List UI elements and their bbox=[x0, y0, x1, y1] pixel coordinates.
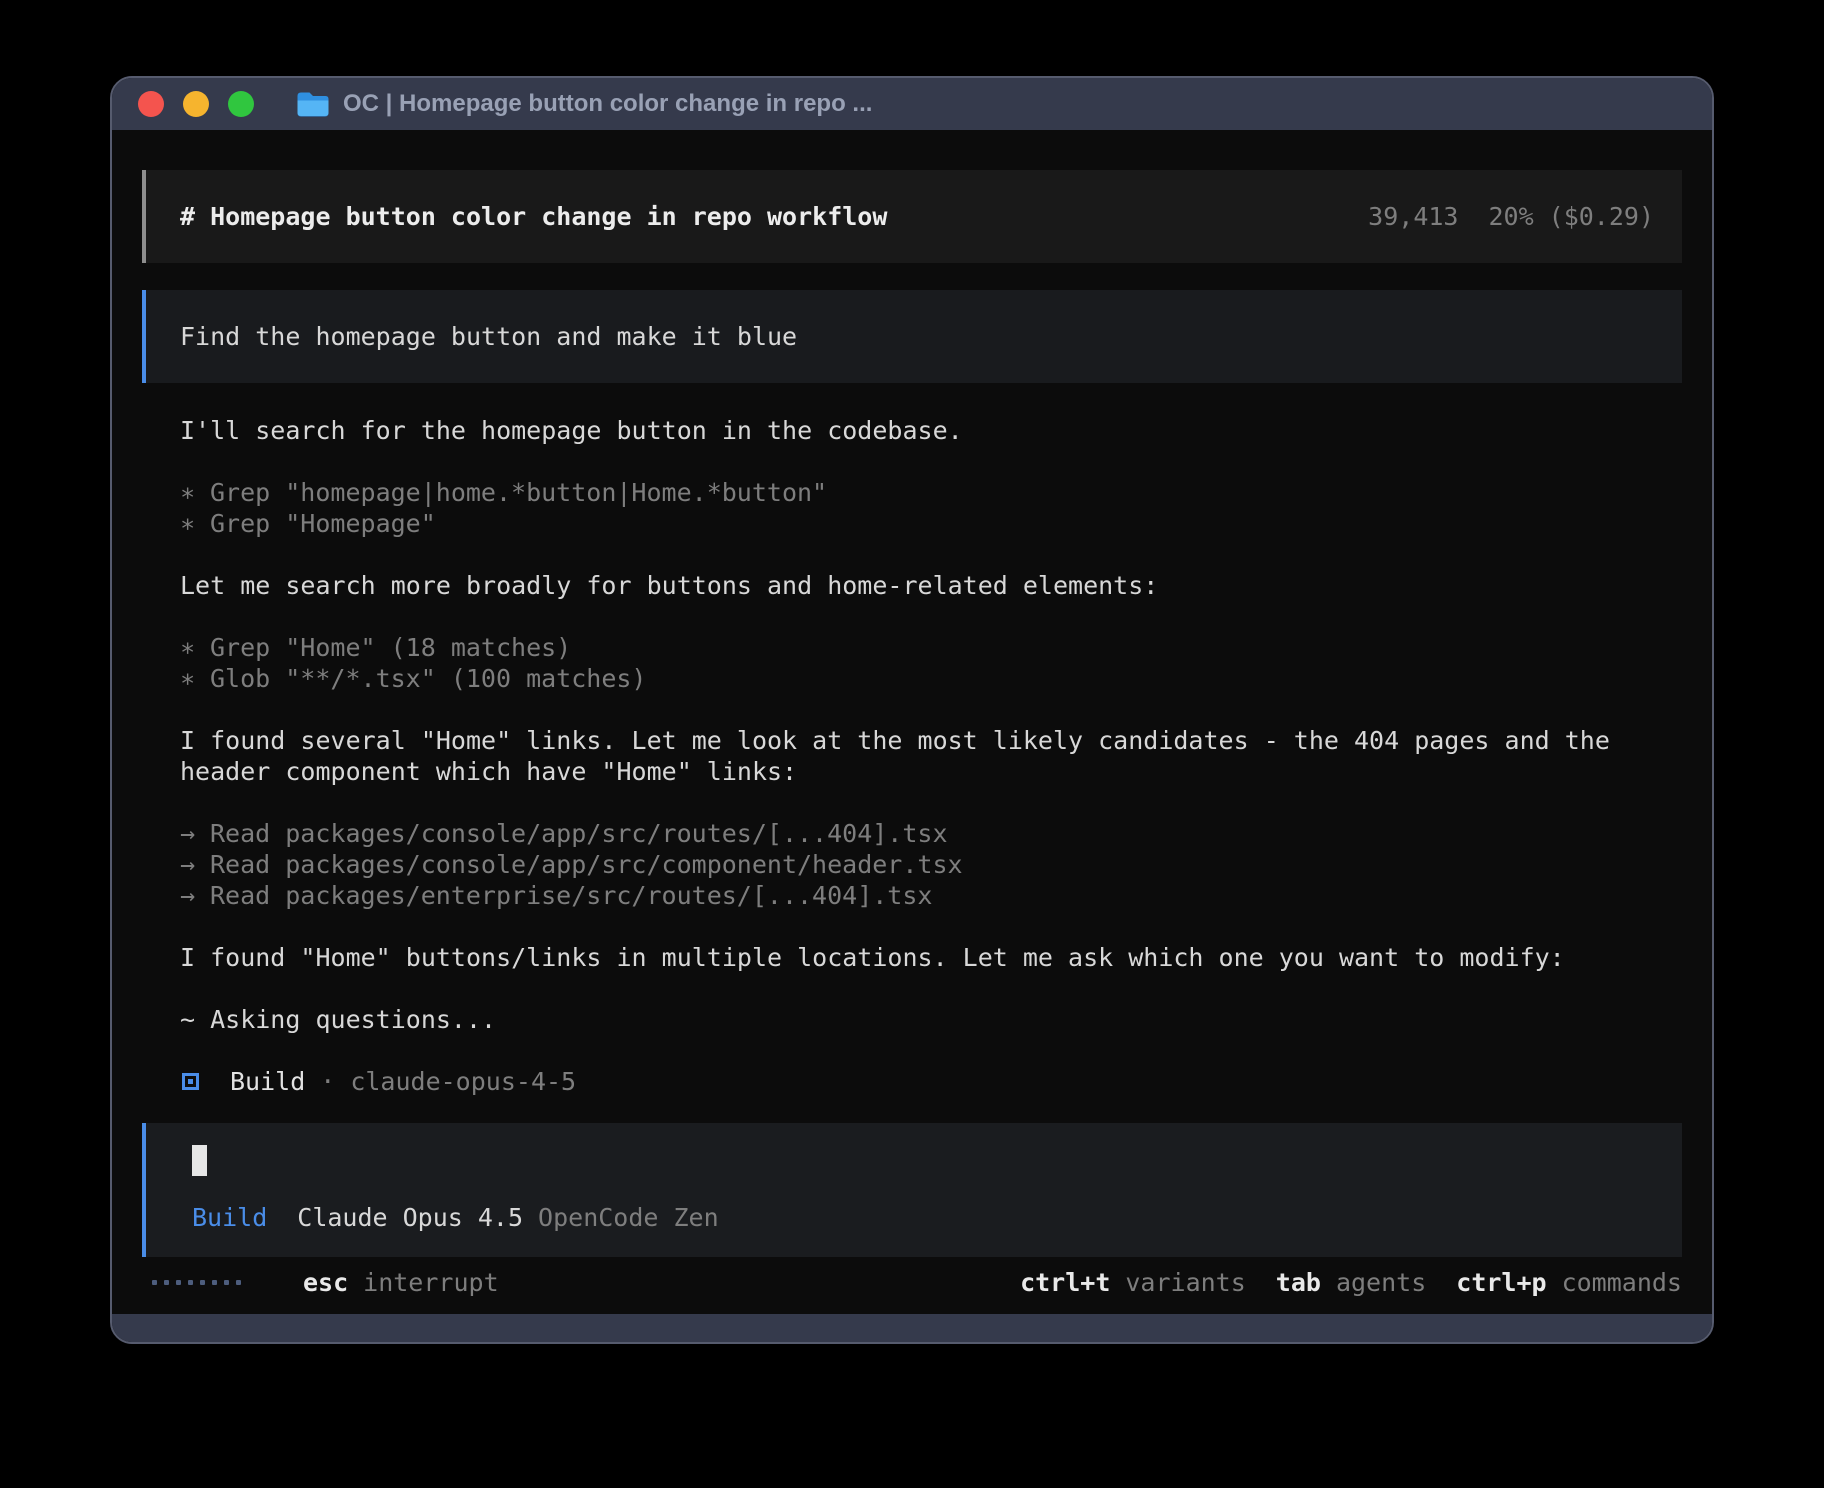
spinner-dot bbox=[200, 1280, 205, 1285]
user-message-text: Find the homepage button and make it blu… bbox=[180, 322, 797, 351]
traffic-lights bbox=[138, 91, 254, 117]
user-message: Find the homepage button and make it blu… bbox=[142, 290, 1682, 383]
esc-action-label: interrupt bbox=[363, 1267, 498, 1298]
status-footer: esc interrupt ctrl+tvariantstabagentsctr… bbox=[142, 1267, 1682, 1298]
esc-key-hint: esc bbox=[303, 1267, 348, 1298]
agent-status-line: Build · claude-opus-4-5 bbox=[142, 1066, 1682, 1097]
shortcut-label: agents bbox=[1336, 1268, 1426, 1297]
shortcut-key: ctrl+t bbox=[1020, 1268, 1110, 1297]
tool-call-label: Glob "**/*.tsx" (100 matches) bbox=[210, 663, 647, 694]
spinner-dot bbox=[176, 1280, 181, 1285]
shortcut-key: tab bbox=[1276, 1268, 1321, 1297]
zoom-button[interactable] bbox=[228, 91, 254, 117]
spinner-dot bbox=[152, 1280, 157, 1285]
input-meta: Build Claude Opus 4.5 OpenCode Zen bbox=[192, 1202, 1654, 1233]
token-count: 39,413 bbox=[1368, 202, 1458, 231]
session-cost: ($0.29) bbox=[1549, 202, 1654, 231]
tool-call-group: ∗Grep "Home" (18 matches)∗Glob "**/*.tsx… bbox=[180, 632, 1682, 694]
footer-shortcut: tab agents bbox=[1276, 1267, 1426, 1298]
tool-call-line: ∗Glob "**/*.tsx" (100 matches) bbox=[180, 663, 1682, 694]
spinner-dot bbox=[212, 1280, 217, 1285]
shortcut-key: ctrl+p bbox=[1456, 1268, 1546, 1297]
tool-call-label: Grep "homepage|home.*button|Home.*button… bbox=[210, 477, 827, 508]
build-agent-icon bbox=[182, 1073, 199, 1090]
tool-call-line: ∗Grep "Home" (18 matches) bbox=[180, 632, 1682, 663]
tool-call-line: →Read packages/enterprise/src/routes/[..… bbox=[180, 880, 1682, 911]
assistant-text: I'll search for the homepage button in t… bbox=[180, 415, 1658, 446]
tool-call-label: Read packages/console/app/src/component/… bbox=[210, 849, 963, 880]
asterisk-icon: ∗ bbox=[180, 632, 210, 663]
spinner-dot bbox=[188, 1280, 193, 1285]
prompt-input[interactable]: Build Claude Opus 4.5 OpenCode Zen bbox=[142, 1123, 1682, 1257]
tool-call-label: Read packages/console/app/src/routes/[..… bbox=[210, 818, 948, 849]
asterisk-icon: ∗ bbox=[180, 477, 210, 508]
footer-shortcut: ctrl+p commands bbox=[1456, 1267, 1682, 1298]
title-group: OC | Homepage button color change in rep… bbox=[296, 90, 872, 118]
arrow-right-icon: → bbox=[180, 818, 210, 849]
tool-call-line: ∗Grep "Homepage" bbox=[180, 508, 1682, 539]
window-bottom-strip bbox=[112, 1314, 1712, 1342]
arrow-right-icon: → bbox=[180, 880, 210, 911]
minimize-button[interactable] bbox=[183, 91, 209, 117]
shortcut-label: variants bbox=[1125, 1268, 1245, 1297]
input-model-label[interactable]: Claude Opus 4.5 bbox=[297, 1202, 523, 1233]
dot-separator: · bbox=[320, 1066, 335, 1097]
spinner-dot bbox=[164, 1280, 169, 1285]
text-cursor bbox=[192, 1145, 207, 1176]
model-id: claude-opus-4-5 bbox=[350, 1066, 576, 1097]
spinner-dot bbox=[224, 1280, 229, 1285]
assistant-transcript: I'll search for the homepage button in t… bbox=[142, 415, 1682, 1035]
session-title: # Homepage button color change in repo w… bbox=[180, 201, 887, 232]
tool-call-line: →Read packages/console/app/src/routes/[.… bbox=[180, 818, 1682, 849]
asterisk-icon: ∗ bbox=[180, 663, 210, 694]
spinner-dots bbox=[152, 1280, 241, 1285]
session-stats: 39,413 20% ($0.29) bbox=[1368, 201, 1654, 232]
asterisk-icon: ∗ bbox=[180, 508, 210, 539]
tool-call-line: →Read packages/console/app/src/component… bbox=[180, 849, 1682, 880]
status-text: ~ Asking questions... bbox=[180, 1004, 1658, 1035]
input-agent-label[interactable]: Build bbox=[192, 1202, 267, 1233]
agent-name: Build bbox=[230, 1066, 305, 1097]
close-button[interactable] bbox=[138, 91, 164, 117]
footer-shortcuts: ctrl+t variants tab agents ctrl+p commands bbox=[990, 1267, 1682, 1298]
footer-left: esc interrupt bbox=[152, 1267, 499, 1298]
footer-shortcut: ctrl+t variants bbox=[1020, 1267, 1246, 1298]
assistant-text: I found "Home" buttons/links in multiple… bbox=[180, 942, 1658, 973]
tool-call-line: ∗Grep "homepage|home.*button|Home.*butto… bbox=[180, 477, 1682, 508]
spinner-dot bbox=[236, 1280, 241, 1285]
session-header: # Homepage button color change in repo w… bbox=[142, 170, 1682, 263]
tool-call-group: →Read packages/console/app/src/routes/[.… bbox=[180, 818, 1682, 911]
tool-call-label: Read packages/enterprise/src/routes/[...… bbox=[210, 880, 932, 911]
tool-call-label: Grep "Homepage" bbox=[210, 508, 436, 539]
window-title: OC | Homepage button color change in rep… bbox=[343, 90, 872, 118]
context-percent: 20% bbox=[1488, 202, 1533, 231]
tool-call-group: ∗Grep "homepage|home.*button|Home.*butto… bbox=[180, 477, 1682, 539]
folder-icon bbox=[296, 91, 330, 118]
tool-call-label: Grep "Home" (18 matches) bbox=[210, 632, 571, 663]
assistant-text: I found several "Home" links. Let me loo… bbox=[180, 725, 1658, 787]
arrow-right-icon: → bbox=[180, 849, 210, 880]
shortcut-label: commands bbox=[1562, 1268, 1682, 1297]
assistant-text: Let me search more broadly for buttons a… bbox=[180, 570, 1658, 601]
terminal-content: # Homepage button color change in repo w… bbox=[112, 130, 1712, 1314]
terminal-window: OC | Homepage button color change in rep… bbox=[110, 76, 1714, 1344]
input-provider-label: OpenCode Zen bbox=[538, 1202, 719, 1233]
window-titlebar[interactable]: OC | Homepage button color change in rep… bbox=[112, 78, 1712, 130]
